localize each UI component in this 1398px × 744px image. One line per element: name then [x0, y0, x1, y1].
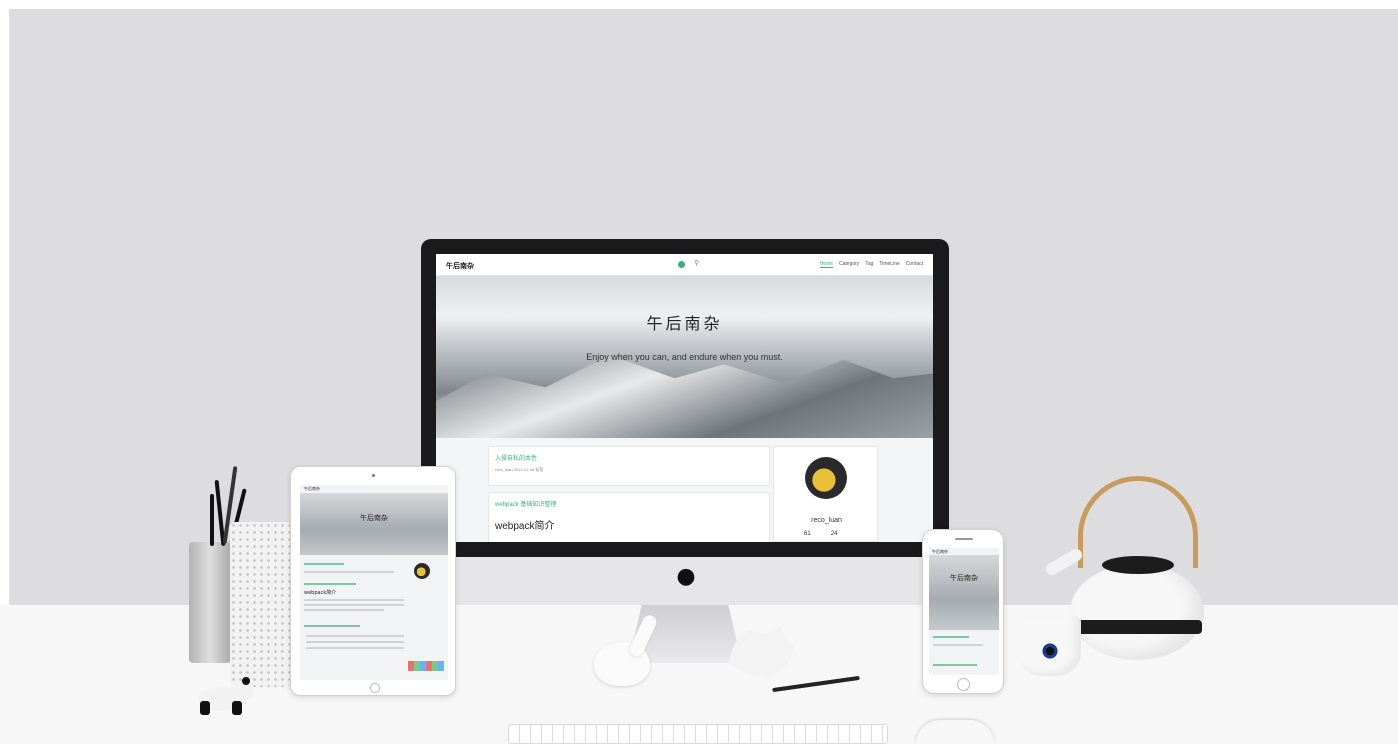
ipad-post-line — [306, 635, 404, 637]
ipad-hero: 午后南杂 — [300, 493, 448, 555]
ipad-screen: 午后南杂 午后南杂 webpack简介 — [300, 485, 448, 680]
hero-banner: 午后南杂 Enjoy when you can, and endure when… — [436, 276, 933, 438]
ipad-hero-logo: 午后南杂 — [360, 514, 388, 522]
ceramic-bird — [594, 613, 664, 686]
post-card[interactable]: webpack 基础知识整理 webpack简介 — [488, 492, 770, 542]
post-title[interactable]: webpack 基础知识整理 — [495, 499, 556, 508]
hero-logo: 午后南杂 — [646, 316, 723, 333]
ipad-post-title — [304, 625, 360, 627]
hero-motto: Enjoy when you can, and endure when you … — [586, 352, 783, 362]
ipad-tag-cloud — [408, 661, 444, 671]
ipad-post-line — [304, 571, 394, 573]
ipad-post-line — [304, 604, 404, 606]
theme-picker-icon[interactable] — [678, 261, 685, 268]
iphone-post-title — [933, 636, 969, 638]
post-title[interactable]: 入侵自私的本性 — [495, 453, 537, 462]
avatar — [805, 457, 847, 499]
iphone-device: 午后南杂 午后南杂 — [922, 529, 1004, 694]
post-card[interactable]: 入侵自私的本性 reco_luan 2019-12-16 标签 — [488, 446, 770, 486]
panda-figurine — [192, 675, 258, 717]
teacup — [1017, 616, 1081, 676]
nav-contact[interactable]: Contact — [906, 261, 923, 268]
nav-home[interactable]: Home — [819, 261, 834, 268]
profile-name: reco_luan — [811, 517, 842, 524]
site-navbar: 午后南杂 ⚲ Home Category Tag TimeLine Contac… — [436, 254, 933, 276]
site-brand[interactable]: 午后南杂 — [446, 261, 474, 271]
iphone-hero: 午后南杂 — [929, 555, 999, 630]
iphone-screen: 午后南杂 午后南杂 — [929, 548, 999, 675]
apple-icon: ● — [676, 564, 696, 589]
concrete-pencil-cup — [189, 542, 231, 663]
ipad-post-line — [306, 647, 404, 649]
iphone-post-line — [933, 644, 983, 646]
home-button[interactable] — [957, 678, 970, 691]
profile-card: reco_luan 61 24 — [773, 446, 878, 542]
nav-tag[interactable]: Tag — [865, 261, 873, 268]
iphone-post-title — [933, 664, 977, 666]
speaker — [955, 538, 973, 540]
post-meta: reco_luan 2019-12-16 标签 — [495, 467, 544, 472]
ipad-brand: 午后南杂 — [304, 486, 320, 491]
pen — [210, 494, 214, 546]
imac-screen: 午后南杂 ⚲ Home Category Tag TimeLine Contac… — [436, 254, 933, 542]
iphone-hero-logo: 午后南杂 — [950, 574, 978, 582]
ipad-post-line — [306, 641, 404, 643]
ipad-post-line — [304, 609, 384, 611]
search-icon[interactable]: ⚲ — [694, 259, 699, 267]
camera-icon — [372, 474, 375, 477]
ipad-post-title — [304, 563, 344, 565]
post-heading: webpack简介 — [495, 521, 555, 532]
nav-links: Home Category Tag TimeLine Contact — [819, 261, 923, 268]
mockup-scene: ● 午后南杂 ⚲ Home Category Tag TimeLine Cont… — [0, 0, 1398, 744]
stat-articles: 61 — [804, 531, 811, 537]
nav-category[interactable]: Category — [839, 261, 859, 268]
ipad-heading: webpack简介 — [304, 590, 337, 596]
profile-stats: 61 24 — [804, 531, 837, 537]
ipad-device: 午后南杂 午后南杂 webpack简介 — [290, 466, 456, 696]
ipad-post-title — [304, 583, 356, 585]
stat-tags: 24 — [830, 531, 838, 537]
ipad-avatar — [414, 563, 430, 579]
dotted-holder — [230, 522, 292, 687]
home-button[interactable] — [370, 683, 380, 693]
nav-timeline[interactable]: TimeLine — [879, 261, 899, 268]
mouse — [916, 720, 994, 744]
ipad-post-line — [304, 599, 404, 601]
keyboard — [508, 724, 888, 744]
